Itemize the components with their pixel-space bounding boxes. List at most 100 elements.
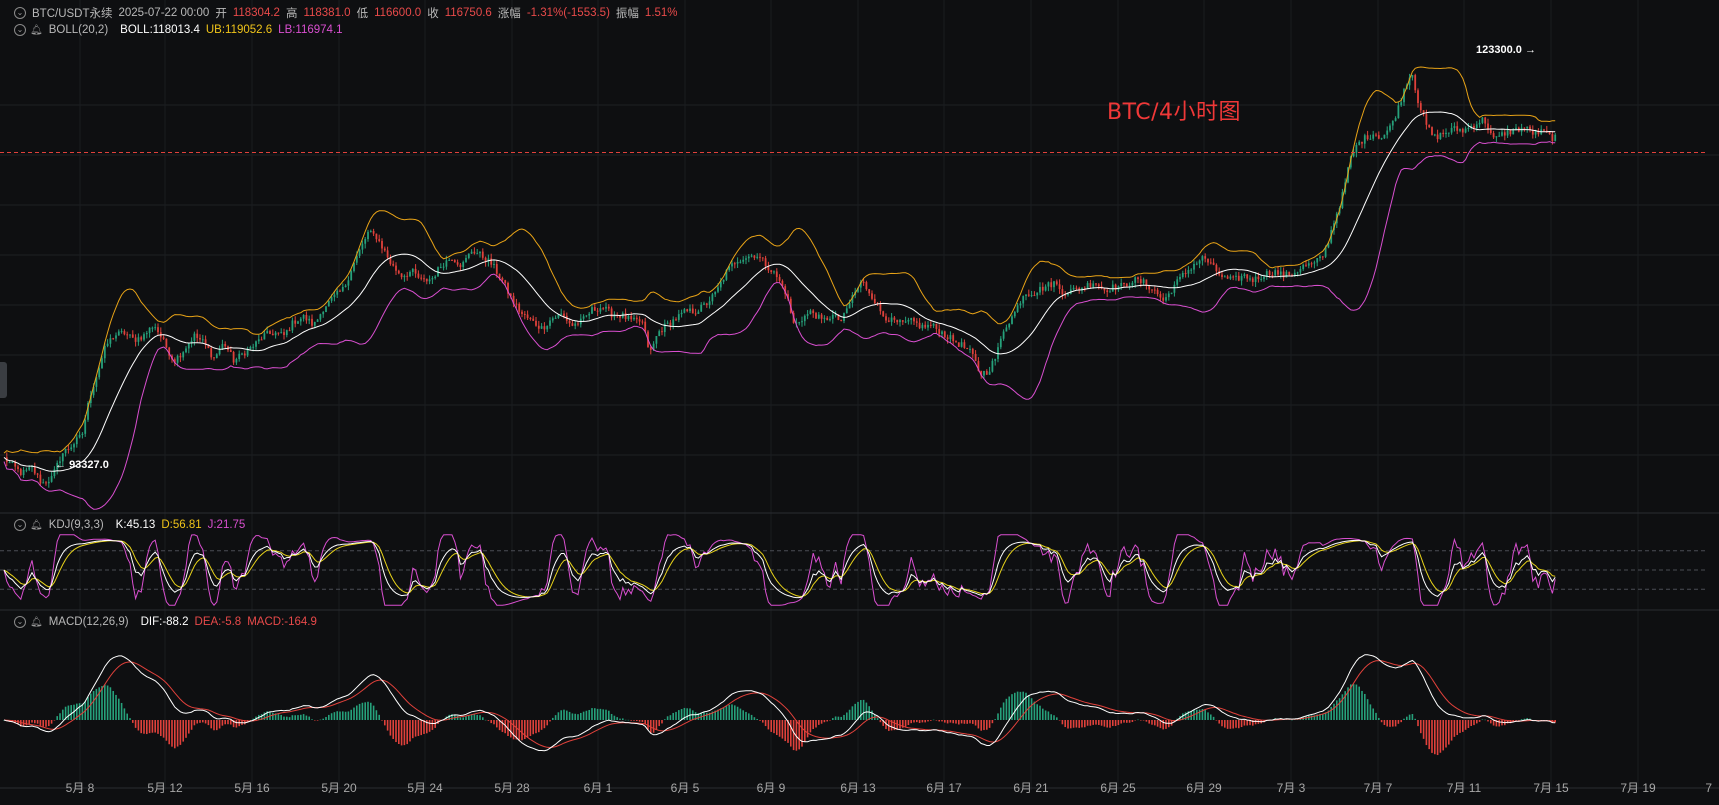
macd-hist-bar — [594, 708, 596, 720]
candle-body — [871, 293, 873, 299]
macd-hist-bar — [1053, 715, 1055, 720]
macd-hist-bar — [1428, 720, 1430, 750]
macd-hist-bar — [462, 717, 464, 720]
candle-body — [756, 256, 759, 258]
candle-body — [1103, 288, 1106, 291]
macd-hist-bar — [860, 700, 862, 720]
candle-body — [423, 278, 425, 280]
macd-hist-bar — [196, 720, 198, 724]
macd-hist-bar — [666, 716, 669, 720]
candle-body — [1355, 144, 1358, 153]
macd-hist-bar — [820, 720, 823, 724]
macd-hist-bar — [392, 720, 394, 739]
macd-hist-bar — [521, 720, 523, 741]
candle-body — [322, 312, 325, 315]
candle-body — [1271, 275, 1274, 277]
macd-hist-bar — [162, 720, 165, 738]
macd-hist-bar — [770, 720, 772, 732]
candle-body — [151, 327, 154, 329]
candle-body — [1041, 286, 1044, 291]
macd-hist-bar — [101, 686, 103, 720]
candle-body — [1008, 323, 1011, 328]
macd-hist-bar — [1361, 690, 1363, 720]
candle-body — [1394, 118, 1397, 121]
x-axis-tick-label: 6月 1 — [584, 781, 613, 795]
macd-hist-bar — [563, 709, 565, 720]
bell-icon[interactable]: 🔔︎ — [30, 520, 43, 531]
high-label: 高 — [285, 8, 298, 20]
macd-hist-bar — [235, 720, 238, 728]
candle-body — [1288, 271, 1291, 276]
bell-icon[interactable]: 🔔︎ — [30, 617, 43, 628]
candle-body — [887, 320, 890, 322]
candle-body — [1475, 124, 1478, 129]
macd-hist-bar — [193, 720, 196, 726]
macd-hist-bar — [168, 720, 170, 745]
candle-body — [913, 318, 915, 322]
macd-hist-bar — [585, 710, 588, 720]
side-panel-toggle[interactable] — [0, 362, 7, 398]
chart-watermark-title: BTC/4小时图 — [1107, 100, 1242, 125]
candle-body — [1377, 135, 1380, 139]
candle-body — [361, 243, 364, 250]
candle-body — [1109, 291, 1111, 293]
collapse-chevron-icon[interactable]: ⌄ — [14, 519, 26, 531]
macd-hist-bar — [375, 710, 378, 720]
macd-hist-bar — [367, 701, 369, 720]
macd-hist-bar — [188, 720, 190, 734]
candle-body — [140, 337, 143, 340]
macd-hist-bar — [1420, 720, 1422, 734]
macd-hist-bar — [924, 720, 926, 723]
candle-body — [605, 306, 607, 309]
collapse-chevron-icon[interactable]: ⌄ — [14, 7, 26, 19]
macd-hist-bar — [913, 720, 915, 723]
candle-body — [638, 319, 641, 322]
x-axis-tick-label: 5月 20 — [321, 781, 357, 795]
candle-body — [439, 267, 442, 269]
candle-body — [680, 312, 683, 315]
low-label: 低 — [356, 8, 369, 20]
macd-hist-bar — [1134, 720, 1136, 721]
macd-hist-bar — [781, 720, 784, 739]
candle-body — [249, 346, 252, 350]
candle-body — [129, 334, 131, 336]
candle-body — [677, 314, 680, 320]
candle-body — [1193, 263, 1195, 270]
macd-hist-bar — [566, 710, 568, 720]
macd-hist-bar — [728, 704, 730, 720]
collapse-chevron-icon[interactable]: ⌄ — [14, 24, 26, 36]
candle-body — [591, 307, 593, 314]
x-axis-tick-label: 6月 5 — [671, 781, 700, 795]
x-axis-tick-label: 5月 24 — [407, 781, 443, 795]
candle-body — [115, 335, 117, 339]
macd-hist-bar — [986, 720, 988, 730]
candle-body — [81, 433, 84, 435]
candle-body — [479, 251, 481, 254]
macd-hist-bar — [146, 720, 148, 735]
chart-canvas[interactable]: 5月 8 5月 12 5月 16 5月 20 5月 24 5月 28 6月 1 6月 5 6月 … — [0, 0, 1719, 805]
candle-body — [1439, 132, 1442, 140]
macd-hist-bar — [182, 720, 184, 742]
candle-body — [1120, 282, 1123, 287]
macd-hist-bar — [207, 720, 210, 726]
macd-hist-bar — [272, 712, 274, 720]
amplitude-label: 振幅 — [615, 8, 639, 20]
candle-body — [683, 309, 686, 313]
macd-hist-bar — [1008, 696, 1010, 720]
candle-body — [1501, 132, 1503, 136]
macd-hist-bar — [62, 709, 64, 720]
x-axis-tick-label: 5月 16 — [234, 781, 270, 795]
macd-hist-bar — [31, 720, 33, 723]
macd-hist-bar — [25, 720, 28, 726]
candle-body — [148, 327, 151, 334]
candle-body — [1240, 276, 1243, 281]
macd-hist-bar — [1478, 720, 1481, 722]
candle-body — [243, 353, 246, 356]
x-axis-tick-label: 5月 28 — [494, 781, 530, 795]
candle-body — [196, 333, 199, 338]
bell-icon[interactable]: 🔔︎ — [30, 25, 43, 36]
candle-body — [554, 317, 557, 319]
macd-hist-bar — [347, 711, 350, 720]
macd-hist-bar — [45, 720, 47, 727]
collapse-chevron-icon[interactable]: ⌄ — [14, 616, 26, 628]
